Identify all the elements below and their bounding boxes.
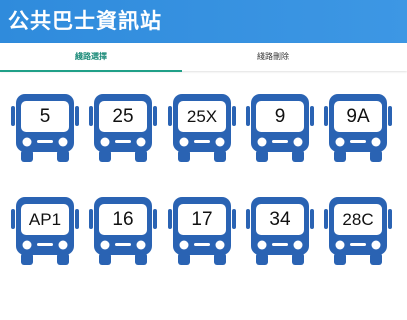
app-title: 公共巴士資訊站 [8,9,162,33]
route-number: 9A [346,106,370,127]
route-number: 5 [39,106,51,127]
route-button[interactable]: 5 [11,92,79,164]
route-button[interactable]: 28C [324,195,392,267]
route-number: 25 [112,106,134,127]
route-button[interactable]: 9 [246,92,314,164]
route-button[interactable]: AP1 [11,195,79,267]
tab-route-delete[interactable]: 綫路刪除 [182,43,364,71]
route-number: 28C [342,210,374,229]
tab-route-select-label: 綫路選擇 [75,52,107,61]
route-number: 34 [269,209,291,230]
route-button[interactable]: 25 [89,92,157,164]
route-number: AP1 [28,210,62,229]
app-header: 公共巴士資訊站 [0,0,407,43]
route-number: 25X [186,107,218,126]
app-window: 公共巴士資訊站 綫路選擇 綫路刪除 5 25 25X 9 9A AP1 16 17 34 28C [0,0,407,320]
route-button[interactable]: 34 [246,195,314,267]
route-button[interactable]: 25X [168,92,236,164]
route-number: 16 [112,209,134,230]
active-tab-indicator [0,70,182,72]
route-number: 9 [274,106,286,127]
tab-route-delete-label: 綫路刪除 [257,52,289,61]
route-button[interactable]: 17 [168,195,236,267]
route-number: 17 [191,209,213,230]
tab-bar: 綫路選擇 綫路刪除 [0,43,407,72]
tab-route-select[interactable]: 綫路選擇 [0,43,182,72]
route-button[interactable]: 16 [89,195,157,267]
route-button[interactable]: 9A [324,92,392,164]
